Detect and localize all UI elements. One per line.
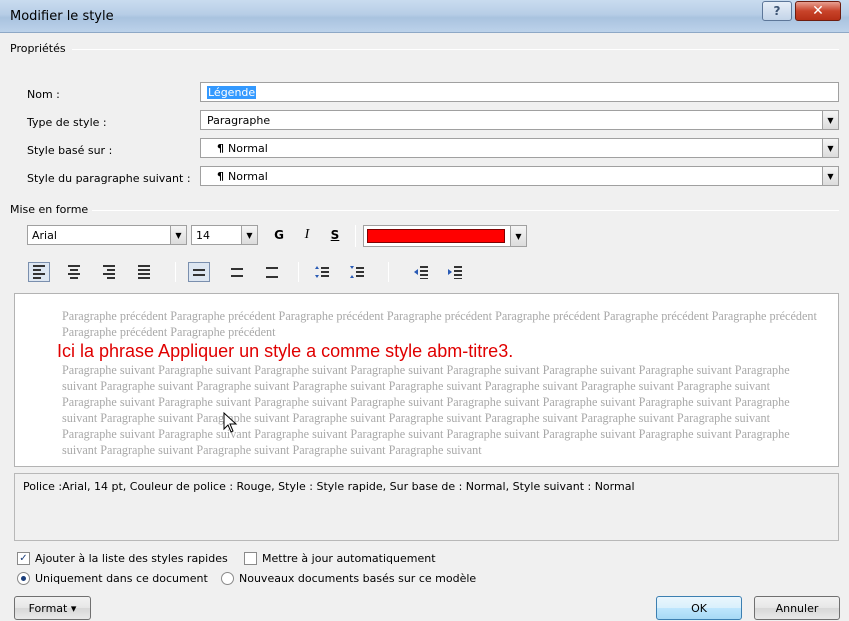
justify-button[interactable] — [133, 262, 155, 282]
preview-previous-paragraph: Paragraphe précédent Paragraphe précéden… — [62, 309, 817, 339]
style-preview: Paragraphe précédent Paragraphe précéden… — [14, 293, 839, 467]
chevron-down-icon[interactable]: ▼ — [822, 139, 838, 157]
help-icon: ? — [773, 4, 781, 18]
decrease-spacing-button[interactable] — [346, 262, 368, 282]
font-color-swatch — [367, 229, 505, 243]
next-style-select[interactable]: ¶ Normal ▼ — [200, 166, 839, 186]
help-button[interactable]: ? — [762, 1, 792, 21]
chevron-down-icon: ▾ — [70, 601, 77, 615]
decrease-indent-button[interactable] — [410, 262, 432, 282]
single-spacing-button[interactable] — [188, 262, 210, 282]
style-type-value: Paragraphe — [207, 114, 271, 127]
style-type-label: Type de style : — [27, 116, 107, 129]
double-spacing-button[interactable] — [261, 262, 283, 282]
properties-divider — [72, 49, 839, 50]
font-color-picker[interactable]: ▼ — [363, 225, 527, 247]
align-left-button[interactable] — [28, 262, 50, 282]
toolbar-separator — [388, 262, 389, 282]
auto-update-checkbox[interactable] — [244, 552, 257, 565]
name-field[interactable]: Légende — [200, 82, 839, 102]
chevron-down-icon[interactable]: ▼ — [510, 226, 526, 246]
add-quick-styles-checkbox[interactable]: ✓ — [17, 552, 30, 565]
font-select[interactable]: Arial ▼ — [27, 225, 187, 245]
this-document-label: Uniquement dans ce document — [35, 572, 208, 585]
align-right-button[interactable] — [98, 262, 120, 282]
this-document-option[interactable]: Uniquement dans ce document — [17, 572, 208, 585]
preview-sample-text: Ici la phrase Appliquer un style a comme… — [57, 341, 514, 361]
chevron-down-icon[interactable]: ▼ — [241, 226, 257, 244]
next-style-value: Normal — [228, 170, 268, 183]
based-on-select[interactable]: ¶ Normal ▼ — [200, 138, 839, 158]
paragraph-mark-icon: ¶ — [217, 142, 224, 155]
auto-update-option[interactable]: Mettre à jour automatiquement — [244, 552, 436, 565]
formatting-section-label: Mise en forme — [10, 203, 89, 216]
based-on-label: Style basé sur : — [27, 144, 113, 157]
double-spacing-icon — [266, 266, 278, 278]
align-center-button[interactable] — [63, 262, 85, 282]
paragraph-mark-icon: ¶ — [217, 170, 224, 183]
align-left-icon — [33, 265, 45, 279]
bold-button[interactable]: G — [269, 225, 289, 245]
font-size-select[interactable]: 14 ▼ — [191, 225, 258, 245]
mouse-cursor-icon — [223, 412, 238, 433]
align-right-icon — [103, 265, 115, 279]
based-on-value: Normal — [228, 142, 268, 155]
increase-indent-icon — [448, 266, 462, 279]
close-button[interactable]: ✕ — [795, 1, 841, 21]
format-button-label: Format — [28, 601, 68, 615]
new-documents-label: Nouveaux documents basés sur ce modèle — [239, 572, 477, 585]
auto-update-label: Mettre à jour automatiquement — [262, 552, 436, 565]
new-documents-radio[interactable] — [221, 572, 234, 585]
increase-spacing-button[interactable] — [311, 262, 333, 282]
chevron-down-icon[interactable]: ▼ — [822, 111, 838, 129]
space-after-icon — [350, 266, 364, 278]
font-value: Arial — [32, 229, 57, 242]
toolbar-separator — [175, 262, 176, 282]
formatting-divider — [92, 210, 839, 211]
title-bar: Modifier le style ? ✕ — [0, 0, 849, 33]
window-title: Modifier le style — [10, 9, 114, 24]
this-document-radio[interactable] — [17, 572, 30, 585]
align-center-icon — [68, 265, 80, 279]
chevron-down-icon[interactable]: ▼ — [822, 167, 838, 185]
decrease-indent-icon — [414, 266, 428, 279]
add-quick-styles-label: Ajouter à la liste des styles rapides — [35, 552, 228, 565]
preview-following-paragraph: Paragraphe suivant Paragraphe suivant Pa… — [62, 363, 790, 457]
toolbar-separator — [355, 225, 356, 247]
format-button[interactable]: Format ▾ — [14, 596, 91, 620]
single-spacing-icon — [193, 268, 205, 276]
ok-button[interactable]: OK — [656, 596, 742, 620]
underline-button[interactable]: S — [325, 225, 345, 245]
style-type-select[interactable]: Paragraphe ▼ — [200, 110, 839, 130]
toolbar-separator — [298, 262, 299, 282]
one-half-spacing-button[interactable] — [226, 262, 248, 282]
properties-section-label: Propriétés — [10, 42, 66, 55]
name-field-value: Légende — [207, 86, 257, 99]
one-half-spacing-icon — [231, 267, 243, 277]
space-before-icon — [315, 266, 329, 278]
style-description: Police :Arial, 14 pt, Couleur de police … — [14, 473, 839, 541]
chevron-down-icon[interactable]: ▼ — [170, 226, 186, 244]
name-label: Nom : — [27, 88, 60, 101]
font-size-value: 14 — [196, 229, 210, 242]
close-icon: ✕ — [812, 3, 824, 19]
add-quick-styles-option[interactable]: ✓ Ajouter à la liste des styles rapides — [17, 552, 228, 565]
new-documents-option[interactable]: Nouveaux documents basés sur ce modèle — [221, 572, 476, 585]
justify-icon — [138, 265, 150, 279]
cancel-button[interactable]: Annuler — [754, 596, 840, 620]
next-style-label: Style du paragraphe suivant : — [27, 172, 191, 185]
increase-indent-button[interactable] — [444, 262, 466, 282]
italic-button[interactable]: I — [297, 225, 317, 245]
